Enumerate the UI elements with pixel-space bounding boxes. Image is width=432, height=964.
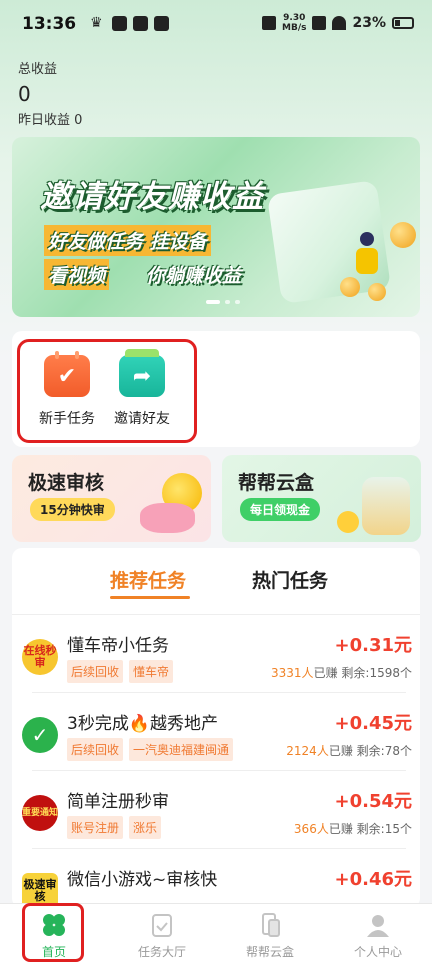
video-app-icon	[133, 16, 148, 31]
nav-cloud-box-label: 帮帮云盒	[245, 945, 294, 959]
sim-icon	[312, 16, 327, 30]
checkmark-icon: ✓	[22, 717, 58, 753]
task-earned-suffix: 已赚	[328, 744, 353, 758]
airplane-icon	[140, 503, 195, 533]
nav-task-hall[interactable]: 任务大厅	[108, 912, 216, 960]
status-bar: 13:36 ♛ 9.30 MB/s 23%	[0, 0, 432, 50]
task-stats: 3331人已赚 剩余:1598个	[271, 664, 412, 681]
invite-banner[interactable]: 邀请好友赚收益 好友做任务 挂设备 看视频 你躺赚收益	[12, 137, 420, 317]
task-earned-suffix: 已赚	[328, 822, 353, 836]
notice-icon: 重要通知	[22, 795, 58, 831]
task-row[interactable]: 在线秒审 懂车帝小任务 后续回收 懂车帝 +0.31元 3331人已赚 剩余:1…	[12, 615, 420, 693]
nav-cloud-box[interactable]: 帮帮云盒	[216, 912, 324, 960]
app-notification-icon	[112, 16, 127, 31]
person-illustration	[352, 232, 382, 287]
nav-profile-label: 个人中心	[353, 945, 402, 959]
banner-title: 邀请好友赚收益	[40, 179, 264, 215]
cloud-box-title: 帮帮云盒	[238, 472, 315, 494]
banner-tag-tasks: 好友做任务 挂设备	[44, 225, 211, 256]
carousel-dot[interactable]	[225, 300, 230, 304]
status-notification-icons: ♛	[90, 16, 169, 31]
task-stats: 2124人已赚 剩余:78个	[286, 742, 412, 759]
task-clipboard-icon	[149, 912, 175, 938]
task-tag: 懂车帝	[129, 660, 174, 683]
fast-review-badge: 15分钟快审	[30, 498, 115, 521]
banner-tag-video: 看视频	[44, 259, 110, 290]
task-remaining: 剩余:1598个	[341, 666, 412, 680]
task-row[interactable]: 重要通知 简单注册秒审 账号注册 涨乐 +0.54元 366人已赚 剩余:15个	[12, 771, 420, 849]
nav-task-hall-label: 任务大厅	[137, 945, 186, 959]
battery-percent: 23%	[352, 15, 386, 31]
status-time: 13:36	[22, 14, 77, 34]
quick-entry-highlight-box	[17, 339, 197, 443]
tab-recommended[interactable]: 推荐任务	[110, 566, 186, 593]
task-tag: 账号注册	[67, 816, 124, 839]
task-earned-count: 3331人	[271, 666, 314, 680]
money-jar-icon	[362, 477, 410, 535]
total-earnings-value: 0	[18, 82, 31, 106]
fast-review-title: 极速审核	[28, 472, 105, 494]
net-speed-unit: MB/s	[282, 23, 307, 33]
task-tags: 账号注册 涨乐	[67, 816, 162, 839]
task-tag: 涨乐	[129, 816, 162, 839]
task-remaining: 剩余:15个	[356, 822, 412, 836]
tab-active-indicator	[110, 596, 190, 599]
coin-icon	[390, 222, 416, 248]
wifi-icon	[332, 16, 347, 30]
chat-app-icon	[154, 16, 169, 31]
banner-tag-earn: 你躺赚收益	[146, 265, 242, 287]
net-speed: 9.30 MB/s	[282, 13, 306, 33]
battery-icon	[392, 17, 414, 29]
task-reward: +0.45元	[334, 713, 413, 734]
crown-icon: ♛	[90, 15, 103, 31]
status-system-icons: 9.30 MB/s 23%	[262, 13, 414, 33]
task-reward: +0.54元	[334, 791, 413, 812]
cloud-phone-icon	[257, 912, 283, 938]
task-remaining: 剩余:78个	[356, 744, 412, 758]
total-earnings-label: 总收益	[18, 62, 58, 77]
task-title: 简单注册秒审	[67, 792, 169, 812]
task-tag: 后续回收	[67, 660, 124, 683]
emoji-face-icon	[337, 511, 359, 533]
user-profile-icon	[365, 912, 391, 938]
task-title: 懂车帝小任务	[67, 636, 169, 656]
task-reward: +0.46元	[334, 869, 413, 890]
tab-hot[interactable]: 热门任务	[252, 566, 328, 593]
task-earned-count: 366人	[293, 822, 329, 836]
task-tags: 后续回收 一汽奥迪福建闽通	[67, 738, 234, 761]
task-icon-online-review: 在线秒审	[22, 639, 58, 675]
task-title: 微信小游戏~审核快	[67, 870, 218, 890]
nav-profile[interactable]: 个人中心	[324, 912, 432, 960]
task-earned-count: 2124人	[286, 744, 329, 758]
carousel-dot[interactable]	[235, 300, 240, 304]
task-earned-suffix: 已赚	[313, 666, 338, 680]
cloud-box-badge: 每日领现金	[240, 498, 321, 521]
task-tags: 后续回收 懂车帝	[67, 660, 174, 683]
task-reward: +0.31元	[334, 635, 413, 656]
task-title: 3秒完成🔥越秀地产	[67, 714, 218, 734]
carousel-dots[interactable]	[206, 300, 240, 304]
fast-review-card[interactable]: 极速审核 15分钟快审	[12, 455, 211, 542]
home-highlight-box	[22, 903, 84, 962]
cloud-box-card[interactable]: 帮帮云盒 每日领现金	[222, 455, 421, 542]
yesterday-earnings: 昨日收益 0	[18, 113, 83, 128]
vibrate-icon	[262, 16, 277, 30]
task-stats: 366人已赚 剩余:15个	[294, 820, 412, 837]
carousel-dot-active[interactable]	[206, 300, 220, 304]
net-speed-value: 9.30	[283, 13, 306, 23]
task-tag: 后续回收	[67, 738, 124, 761]
task-tag: 一汽奥迪福建闽通	[129, 738, 234, 761]
task-row[interactable]: ✓ 3秒完成🔥越秀地产 后续回收 一汽奥迪福建闽通 +0.45元 2124人已赚…	[12, 693, 420, 771]
